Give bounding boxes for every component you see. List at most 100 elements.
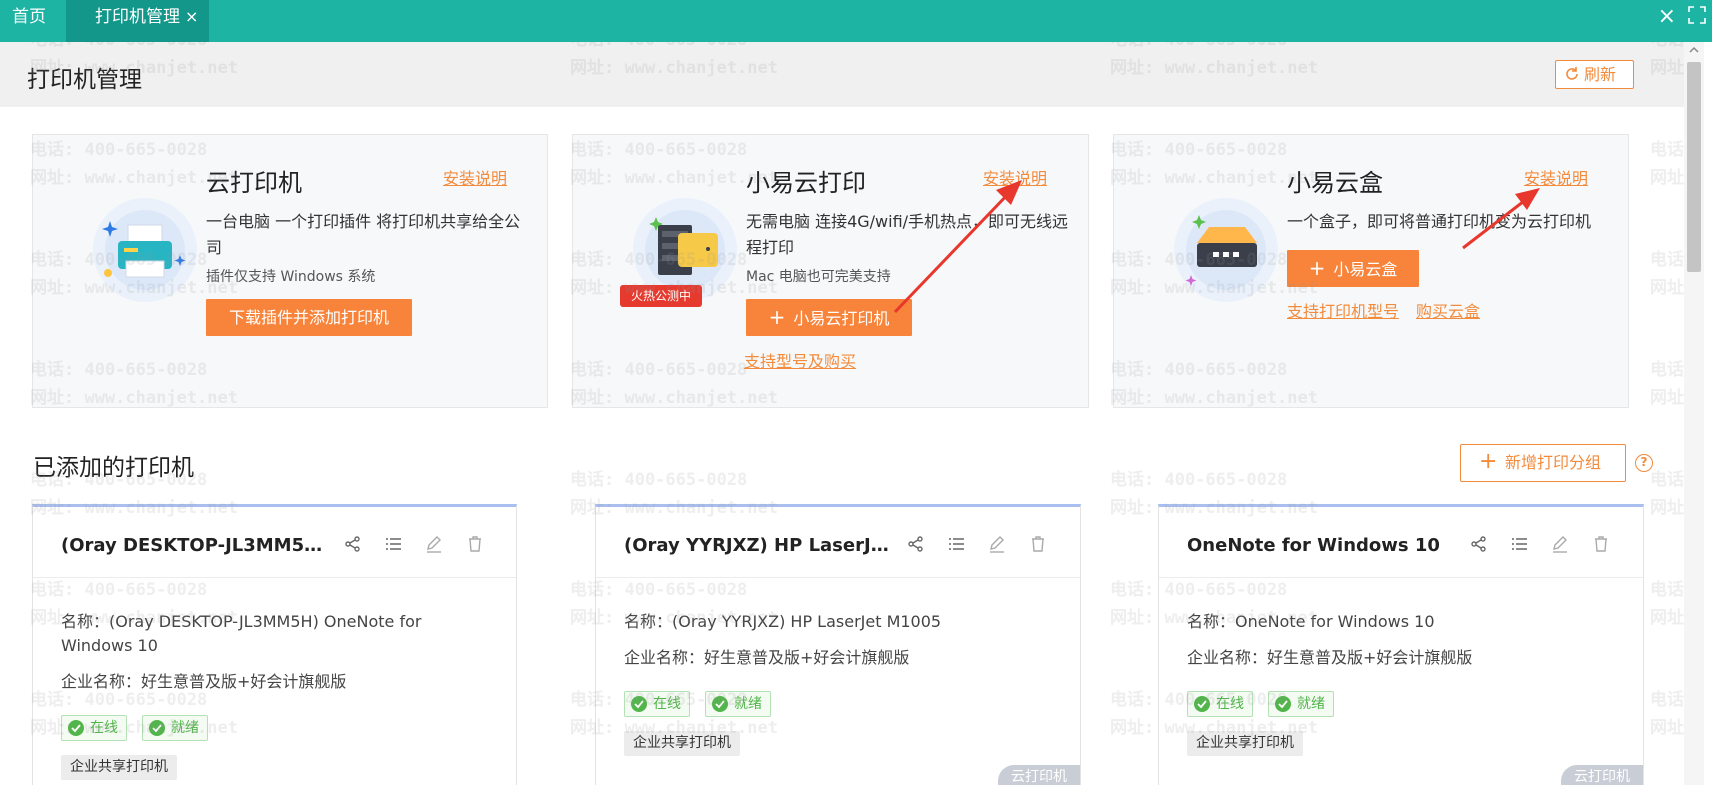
help-icon[interactable]: ? xyxy=(1635,454,1653,472)
status-badge-ready: 就绪 xyxy=(142,715,208,741)
buy-cloud-box-link[interactable]: 购买云盒 xyxy=(1416,298,1480,322)
printer-card-header: (Oray DESKTOP-JL3MM5H) ... xyxy=(33,507,516,578)
printer-name-field: 名称：(Oray YYRJXZ) HP LaserJet M1005 xyxy=(624,612,942,631)
shared-printer-tag: 企业共享打印机 xyxy=(61,755,177,780)
button-label: 小易云打印机 xyxy=(793,309,890,328)
scrollbar-thumb[interactable] xyxy=(1687,62,1701,272)
delete-icon[interactable] xyxy=(466,535,486,555)
status-label: 在线 xyxy=(90,720,118,736)
install-guide-link[interactable]: 安装说明 xyxy=(983,165,1047,189)
tab-label: 打印机管理 xyxy=(95,7,180,27)
button-label: 新增打印分组 xyxy=(1505,453,1602,472)
section-title: 已添加的打印机 xyxy=(33,455,194,481)
feature-description: 无需电脑 连接4G/wifi/手机热点，即可无线远程打印 xyxy=(746,212,1069,257)
status-label: 就绪 xyxy=(1297,696,1325,712)
list-icon[interactable] xyxy=(948,535,968,555)
printer-name-field: 名称：(Oray DESKTOP-JL3MM5H) OneNote for Wi… xyxy=(61,612,422,655)
refresh-icon xyxy=(1566,67,1578,80)
share-icon[interactable] xyxy=(1470,535,1490,555)
feature-title: 小易云盒 xyxy=(1287,169,1383,197)
watermark-text: 电话: 400-665-0028网址: www.chanjet.net xyxy=(1650,140,1684,188)
printer-name-field: 名称：OneNote for Windows 10 xyxy=(1187,612,1435,631)
cloud-printer-corner-tag: 云打印机 xyxy=(998,765,1080,785)
feature-description: 一个盒子，即可将普通打印机变为云打印机 xyxy=(1287,212,1592,231)
check-icon xyxy=(1194,696,1210,712)
feature-card-cloud-printer: 云打印机 安装说明 一台电脑 一个打印插件 将打印机共享给全公司 插件仅支持 W… xyxy=(32,134,548,408)
check-icon xyxy=(149,720,165,736)
status-label: 就绪 xyxy=(171,720,199,736)
maximize-icon[interactable] xyxy=(1688,6,1706,24)
watermark-text: 电话: 400-665-0028网址: www.chanjet.net xyxy=(1650,580,1684,628)
printer-icon xyxy=(93,198,197,302)
feature-card-xiaoyi-cloud-box: 小易云盒 安装说明 一个盒子，即可将普通打印机变为云打印机 + 小易云盒 支持打印… xyxy=(1113,134,1629,408)
cloud-printer-corner-tag: 云打印机 xyxy=(1561,765,1643,785)
printer-card-header: OneNote for Windows 10 xyxy=(1159,507,1643,578)
refresh-label: 刷新 xyxy=(1584,65,1617,84)
check-icon xyxy=(68,720,84,736)
delete-icon[interactable] xyxy=(1029,535,1049,555)
feature-title: 云打印机 xyxy=(206,169,302,197)
shared-printer-tag: 企业共享打印机 xyxy=(1187,731,1303,756)
tab-bar: 首页 打印机管理 × × xyxy=(0,0,1712,42)
printer-card-header: (Oray YYRJXZ) HP LaserJet ... xyxy=(596,507,1080,578)
plus-icon: + xyxy=(768,305,786,329)
company-name-field: 企业名称：好生意普及版+好会计旗舰版 xyxy=(61,672,347,691)
check-icon xyxy=(712,696,728,712)
status-badge-ready: 就绪 xyxy=(1268,691,1334,717)
install-guide-link[interactable]: 安装说明 xyxy=(1524,165,1588,189)
add-cloud-box-button[interactable]: + 小易云盒 xyxy=(1287,250,1419,287)
edit-icon[interactable] xyxy=(988,535,1008,555)
close-icon[interactable]: × xyxy=(1658,4,1676,29)
refresh-button[interactable]: 刷新 xyxy=(1555,60,1634,89)
supported-printer-models-link[interactable]: 支持打印机型号 xyxy=(1287,298,1399,322)
install-guide-link[interactable]: 安装说明 xyxy=(443,165,507,189)
delete-icon[interactable] xyxy=(1592,535,1612,555)
public-beta-label: 火热公测中 xyxy=(630,289,691,303)
printer-card: OneNote for Windows 10 名称：OneNote for Wi… xyxy=(1158,504,1644,785)
feature-title: 小易云打印 xyxy=(746,169,866,197)
edit-icon[interactable] xyxy=(1551,535,1571,555)
scroll-up-icon[interactable] xyxy=(1688,44,1700,56)
watermark-text: 电话: 400-665-0028网址: www.chanjet.net xyxy=(1650,250,1684,298)
download-plugin-button[interactable]: 下载插件并添加打印机 xyxy=(206,299,412,336)
watermark-text: 电话: 400-665-0028网址: www.chanjet.net xyxy=(1650,360,1684,408)
status-badge-online: 在线 xyxy=(1187,691,1253,717)
supported-models-link[interactable]: 支持型号及购买 xyxy=(744,348,856,372)
printer-title: (Oray YYRJXZ) HP LaserJet ... xyxy=(624,535,894,556)
edit-icon[interactable] xyxy=(425,535,445,555)
printer-card: (Oray YYRJXZ) HP LaserJet ... 名称：(Oray Y… xyxy=(595,504,1081,785)
add-xiaoyi-printer-button[interactable]: + 小易云打印机 xyxy=(746,299,912,336)
shared-printer-tag: 企业共享打印机 xyxy=(624,731,740,756)
header-band xyxy=(0,42,1684,107)
plus-icon: + xyxy=(1308,256,1326,280)
check-icon xyxy=(631,696,647,712)
company-name-field: 企业名称：好生意普及版+好会计旗舰版 xyxy=(624,648,910,667)
feature-note: 插件仅支持 Windows 系统 xyxy=(206,269,376,285)
watermark-text: 电话: 400-665-0028网址: www.chanjet.net xyxy=(1650,470,1684,518)
printer-title: OneNote for Windows 10 xyxy=(1187,535,1440,556)
status-badge-ready: 就绪 xyxy=(705,691,771,717)
tab-printer-management[interactable]: 打印机管理 × xyxy=(66,0,209,42)
share-icon[interactable] xyxy=(344,535,364,555)
feature-description: 一台电脑 一个打印插件 将打印机共享给全公司 xyxy=(206,212,521,257)
status-badge-online: 在线 xyxy=(624,691,690,717)
list-icon[interactable] xyxy=(1511,535,1531,555)
status-label: 在线 xyxy=(1216,696,1244,712)
check-icon xyxy=(1275,696,1291,712)
watermark-text: 电话: 400-665-0028网址: www.chanjet.net xyxy=(1650,690,1684,738)
status-label: 就绪 xyxy=(734,696,762,712)
add-print-group-button[interactable]: + 新增打印分组 xyxy=(1460,444,1626,482)
list-icon[interactable] xyxy=(385,535,405,555)
status-badge-online: 在线 xyxy=(61,715,127,741)
printer-title: (Oray DESKTOP-JL3MM5H) ... xyxy=(61,535,331,556)
company-name-field: 企业名称：好生意普及版+好会计旗舰版 xyxy=(1187,648,1473,667)
tab-close-icon[interactable]: × xyxy=(185,0,198,34)
cloud-box-icon xyxy=(1174,198,1278,302)
button-label: 小易云盒 xyxy=(1333,260,1398,279)
feature-note: Mac 电脑也可完美支持 xyxy=(746,269,891,285)
feature-card-xiaoyi-cloud-print: 火热公测中 小易云打印 安装说明 无需电脑 连接4G/wifi/手机热点，即可无… xyxy=(572,134,1089,408)
share-icon[interactable] xyxy=(907,535,927,555)
page-title: 打印机管理 xyxy=(27,67,142,93)
tab-home[interactable]: 首页 xyxy=(12,0,46,42)
status-label: 在线 xyxy=(653,696,681,712)
